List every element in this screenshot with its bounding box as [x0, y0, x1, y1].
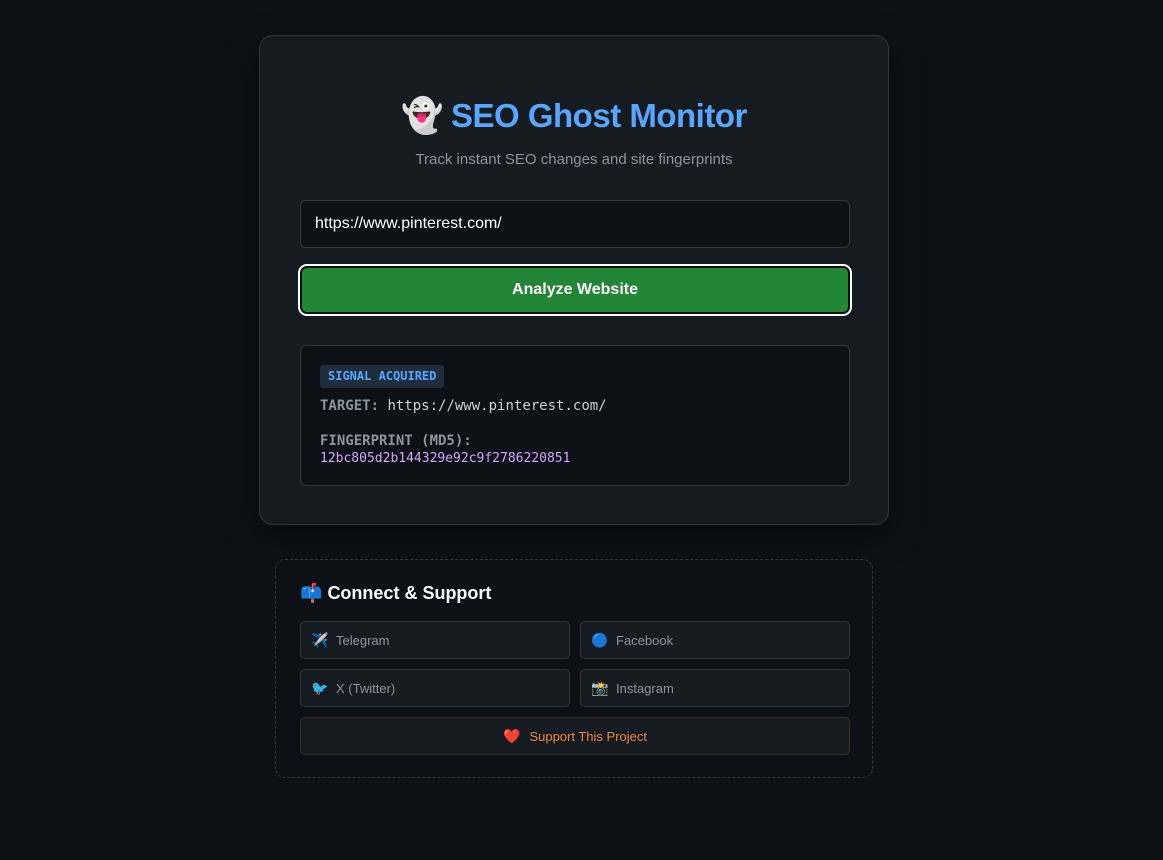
app-subtitle: Track instant SEO changes and site finge… — [415, 151, 733, 168]
analyze-button[interactable]: Analyze Website — [300, 266, 850, 314]
support-project-button[interactable]: ❤️ Support This Project — [300, 717, 850, 755]
facebook-button[interactable]: 🔵 Facebook — [580, 621, 850, 659]
twitter-button[interactable]: 🐦 X (Twitter) — [300, 669, 570, 707]
target-row: TARGET: https://www.pinterest.com/ — [320, 398, 607, 414]
support-project-label: Support This Project — [529, 728, 647, 744]
telegram-label: Telegram — [336, 632, 390, 648]
telegram-icon: ✈️ — [311, 631, 329, 648]
instagram-label: Instagram — [616, 680, 674, 696]
target-value: https://www.pinterest.com/ — [387, 398, 607, 414]
target-label: TARGET: — [320, 398, 380, 414]
facebook-label: Facebook — [616, 632, 674, 648]
instagram-button[interactable]: 📸 Instagram — [580, 669, 850, 707]
support-title: 📫 Connect & Support — [300, 583, 491, 604]
support-title-text: Connect & Support — [327, 583, 492, 603]
fingerprint-value: 12bc805d2b144329e92c9f2786220851 — [320, 451, 571, 466]
fingerprint-label: FINGERPRINT (MD5): — [320, 433, 472, 449]
app-title: 👻 SEO Ghost Monitor — [260, 96, 888, 136]
ghost-icon: 👻 — [401, 97, 443, 135]
mailbox-icon: 📫 — [300, 583, 323, 603]
app-title-text: SEO Ghost Monitor — [451, 97, 747, 134]
status-badge: SIGNAL ACQUIRED — [320, 365, 445, 388]
facebook-icon: 🔵 — [591, 631, 609, 648]
telegram-button[interactable]: ✈️ Telegram — [300, 621, 570, 659]
heart-icon: ❤️ — [503, 727, 521, 744]
twitter-icon: 🐦 — [311, 679, 329, 696]
analyzer-card: 👻 SEO Ghost Monitor Track instant SEO cha… — [259, 35, 889, 525]
url-input[interactable] — [300, 200, 850, 248]
instagram-icon: 📸 — [591, 679, 609, 696]
support-section: 📫 Connect & Support ✈️ Telegram 🔵 Facebo… — [275, 559, 873, 778]
twitter-label: X (Twitter) — [336, 680, 396, 696]
result-panel: SIGNAL ACQUIRED TARGET: https://www.pint… — [300, 345, 850, 486]
